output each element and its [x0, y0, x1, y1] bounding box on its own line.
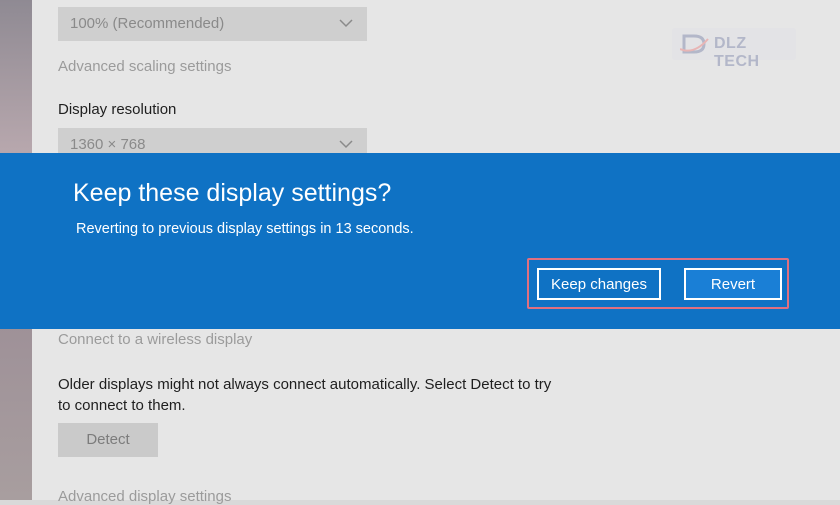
advanced-display-link[interactable]: Advanced display settings — [58, 488, 231, 505]
dialog-countdown-message: Reverting to previous display settings i… — [76, 221, 414, 237]
detect-button[interactable]: Detect — [58, 423, 158, 457]
scale-dropdown-value: 100% (Recommended) — [70, 15, 225, 32]
scale-dropdown[interactable]: 100% (Recommended) — [58, 7, 367, 41]
keep-changes-button[interactable]: Keep changes — [537, 268, 661, 300]
older-displays-description: Older displays might not always connect … — [58, 376, 552, 414]
advanced-scaling-link[interactable]: Advanced scaling settings — [58, 58, 231, 75]
watermark-text: DLZ TECH — [714, 35, 760, 70]
chevron-down-icon — [339, 7, 353, 41]
watermark-logo: DLZ TECH — [672, 28, 796, 70]
display-resolution-label: Display resolution — [58, 101, 177, 118]
dialog-button-highlight: Keep changes Revert — [527, 258, 789, 309]
resolution-dropdown-value: 1360 × 768 — [70, 136, 146, 153]
dialog-title: Keep these display settings? — [73, 179, 392, 207]
logo-icon — [680, 34, 709, 54]
wireless-display-link[interactable]: Connect to a wireless display — [58, 331, 252, 348]
revert-button[interactable]: Revert — [684, 268, 782, 300]
keep-settings-dialog: Keep these display settings? Reverting t… — [0, 153, 840, 329]
